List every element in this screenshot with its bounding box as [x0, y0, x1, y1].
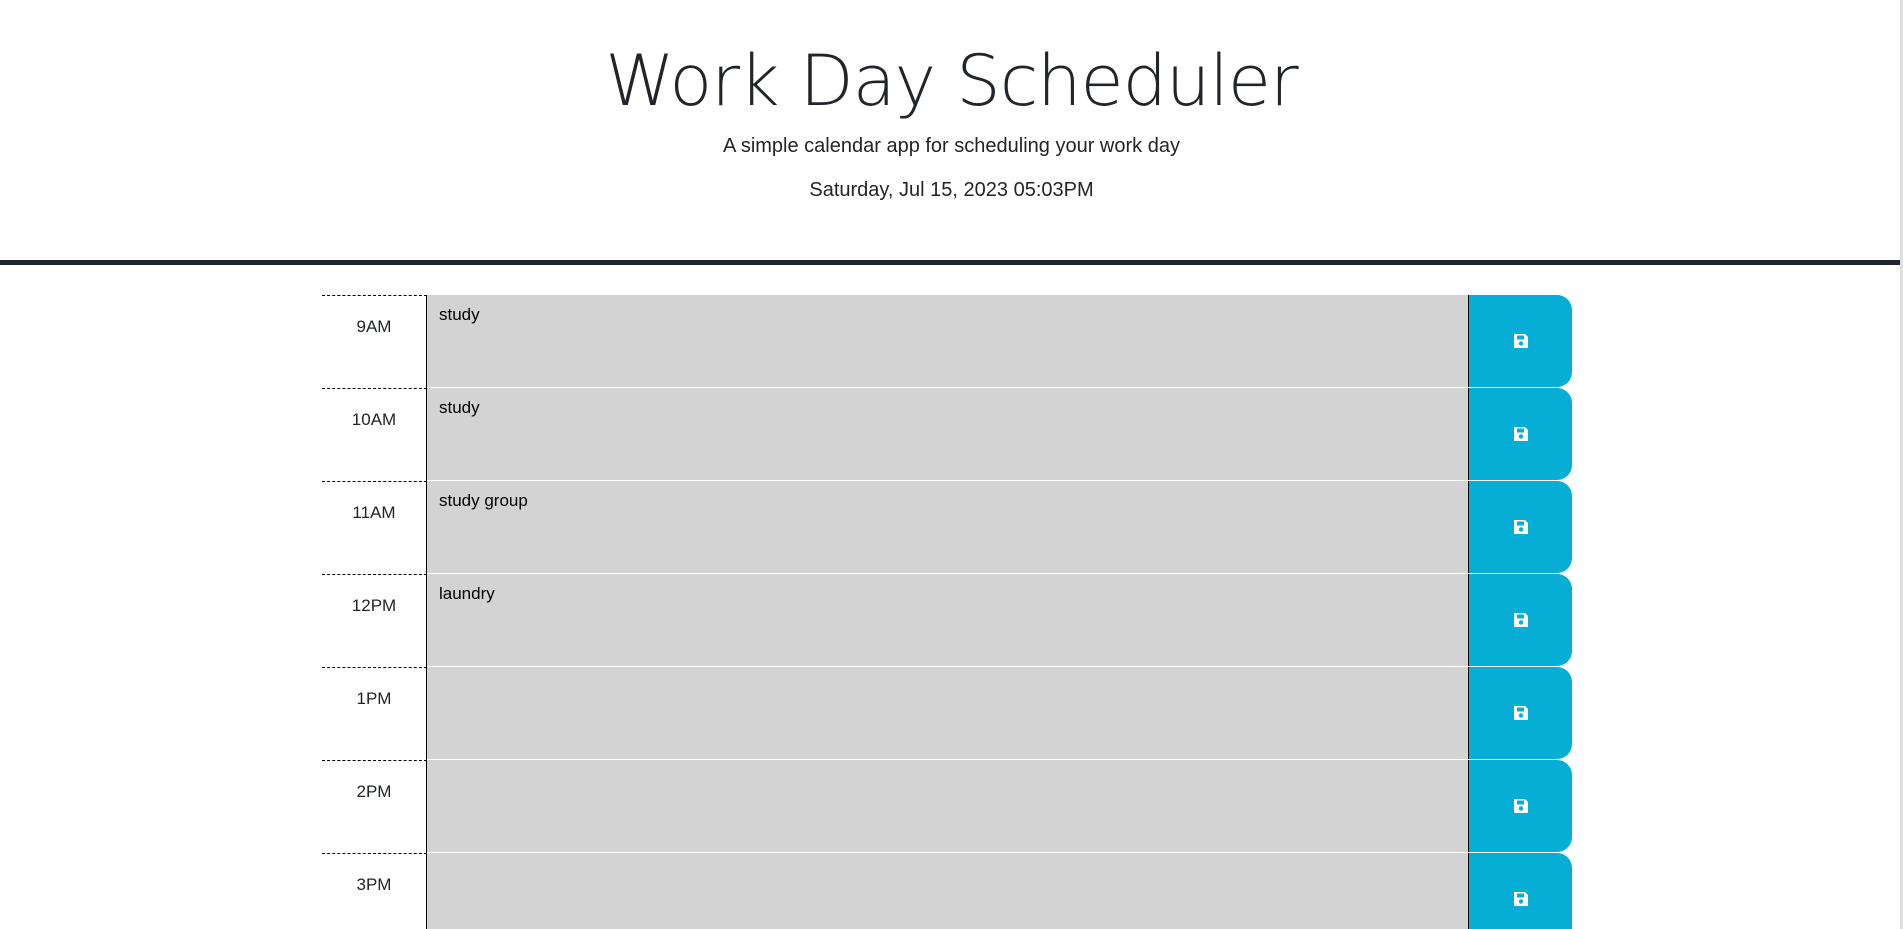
floppy-disk-icon — [1513, 892, 1528, 906]
hour-label: 3PM — [322, 853, 427, 929]
event-description[interactable] — [427, 667, 1468, 760]
floppy-disk-icon — [1513, 334, 1528, 348]
time-block-12pm: 12PM laundry — [322, 574, 1572, 667]
save-button[interactable] — [1468, 574, 1572, 666]
hour-label: 9AM — [322, 295, 427, 388]
time-block-9am: 9AM study — [322, 295, 1572, 388]
save-button[interactable] — [1468, 388, 1572, 480]
current-day: Saturday, Jul 15, 2023 05:03PM — [809, 179, 1094, 201]
floppy-disk-icon — [1513, 520, 1528, 534]
hour-label: 11AM — [322, 481, 427, 574]
save-button[interactable] — [1468, 853, 1572, 929]
floppy-disk-icon — [1513, 706, 1528, 720]
event-description[interactable] — [427, 853, 1468, 929]
event-description[interactable]: study group — [427, 481, 1468, 574]
page-title: Work Day Scheduler — [605, 40, 1298, 122]
event-description[interactable]: laundry — [427, 574, 1468, 667]
hour-label: 1PM — [322, 667, 427, 760]
time-block-1pm: 1PM — [322, 667, 1572, 760]
floppy-disk-icon — [1513, 799, 1528, 813]
floppy-disk-icon — [1513, 427, 1528, 441]
time-block-2pm: 2PM — [322, 760, 1572, 853]
event-description[interactable] — [427, 760, 1468, 853]
time-block-3pm: 3PM — [322, 853, 1572, 929]
event-description[interactable]: study — [427, 388, 1468, 481]
event-description[interactable]: study — [427, 295, 1468, 388]
floppy-disk-icon — [1513, 613, 1528, 627]
save-button[interactable] — [1468, 481, 1572, 573]
page-subtitle: A simple calendar app for scheduling you… — [723, 135, 1180, 157]
time-block-10am: 10AM study — [322, 388, 1572, 481]
header: Work Day Scheduler A simple calendar app… — [0, 0, 1903, 265]
hour-label: 2PM — [322, 760, 427, 853]
hour-label: 10AM — [322, 388, 427, 481]
time-block-11am: 11AM study group — [322, 481, 1572, 574]
page: Work Day Scheduler A simple calendar app… — [0, 0, 1903, 929]
hour-label: 12PM — [322, 574, 427, 667]
schedule: 9AM study 10AM study 11AM study group 12… — [322, 295, 1572, 929]
save-button[interactable] — [1468, 760, 1572, 852]
save-button[interactable] — [1468, 667, 1572, 759]
save-button[interactable] — [1468, 295, 1572, 387]
